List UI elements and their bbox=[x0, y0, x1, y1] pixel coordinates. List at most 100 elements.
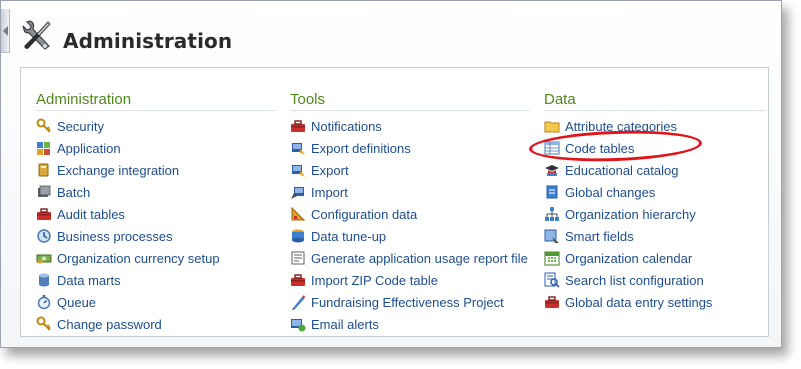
link-notifications[interactable]: Notifications bbox=[290, 115, 528, 137]
link-search-list-configuration[interactable]: Search list configuration bbox=[544, 269, 712, 291]
link-label: Data tune-up bbox=[311, 228, 387, 244]
link-educational-catalog[interactable]: Educational catalog bbox=[544, 159, 712, 181]
link-label: Configuration data bbox=[311, 206, 418, 222]
import-icon bbox=[290, 184, 306, 200]
link-data-tune-up[interactable]: Data tune-up bbox=[290, 225, 528, 247]
link-label: Attribute categories bbox=[565, 118, 678, 134]
section-divider bbox=[36, 110, 276, 111]
link-list: Notifications Export definitions Export … bbox=[290, 115, 528, 335]
link-label: Application bbox=[57, 140, 121, 156]
link-label: Organization currency setup bbox=[57, 250, 220, 266]
link-label: Exchange integration bbox=[57, 162, 180, 178]
link-import[interactable]: Import bbox=[290, 181, 528, 203]
link-configuration-data[interactable]: Configuration data bbox=[290, 203, 528, 225]
application-icon bbox=[36, 140, 52, 156]
key-icon bbox=[36, 118, 52, 134]
link-label: Search list configuration bbox=[565, 272, 704, 288]
administration-panel: Administration Security Application Exch… bbox=[20, 67, 769, 337]
page-title: Administration bbox=[63, 29, 233, 53]
link-list: Attribute categories Code tables Educati… bbox=[544, 115, 712, 313]
hierarchy-icon bbox=[544, 206, 560, 222]
link-label: Business processes bbox=[57, 228, 173, 244]
link-label: Change password bbox=[57, 316, 162, 332]
link-label: Email alerts bbox=[311, 316, 379, 332]
link-fundraising-effectiveness-project[interactable]: Fundraising Effectiveness Project bbox=[290, 291, 528, 313]
exchange-icon bbox=[36, 162, 52, 178]
chart-pen-icon bbox=[290, 294, 306, 310]
report-icon bbox=[290, 250, 306, 266]
link-batch[interactable]: Batch bbox=[36, 181, 220, 203]
link-label: Global data entry settings bbox=[565, 294, 713, 310]
link-email-alerts[interactable]: Email alerts bbox=[290, 313, 528, 335]
link-label: Organization calendar bbox=[565, 250, 693, 266]
link-organization-calendar[interactable]: Organization calendar bbox=[544, 247, 712, 269]
section-header: Administration bbox=[36, 91, 132, 108]
process-icon bbox=[36, 228, 52, 244]
batch-icon bbox=[36, 184, 52, 200]
link-label: Smart fields bbox=[565, 228, 634, 244]
section-header: Data bbox=[544, 91, 576, 108]
stopwatch-icon bbox=[36, 294, 52, 310]
link-label: Educational catalog bbox=[565, 162, 679, 178]
link-list: Security Application Exchange integratio… bbox=[36, 115, 220, 335]
email-alert-icon bbox=[290, 316, 306, 332]
tools-icon bbox=[21, 19, 53, 51]
link-organization-currency-setup[interactable]: Organization currency setup bbox=[36, 247, 220, 269]
link-attribute-categories[interactable]: Attribute categories bbox=[544, 115, 712, 137]
link-label: Organization hierarchy bbox=[565, 206, 696, 222]
toolbox-icon bbox=[290, 272, 306, 288]
link-label: Import bbox=[311, 184, 348, 200]
link-code-tables[interactable]: Code tables bbox=[544, 137, 712, 159]
search-list-icon bbox=[544, 272, 560, 288]
link-label: Batch bbox=[57, 184, 91, 200]
collapse-sidebar-tab[interactable] bbox=[1, 9, 10, 53]
link-label: Generate application usage report file bbox=[311, 250, 528, 266]
toolbox-icon bbox=[290, 118, 306, 134]
toolbox-icon bbox=[544, 294, 560, 310]
link-smart-fields[interactable]: Smart fields bbox=[544, 225, 712, 247]
link-label: Audit tables bbox=[57, 206, 125, 222]
link-global-data-entry-settings[interactable]: Global data entry settings bbox=[544, 291, 712, 313]
configuration-icon bbox=[290, 206, 306, 222]
link-export-definitions[interactable]: Export definitions bbox=[290, 137, 528, 159]
smart-fields-icon bbox=[544, 228, 560, 244]
tune-up-icon bbox=[290, 228, 306, 244]
link-global-changes[interactable]: Global changes bbox=[544, 181, 712, 203]
export-icon bbox=[290, 162, 306, 178]
link-label: Notifications bbox=[311, 118, 382, 134]
link-business-processes[interactable]: Business processes bbox=[36, 225, 220, 247]
global-changes-icon bbox=[544, 184, 560, 200]
key-icon bbox=[36, 316, 52, 332]
section-divider bbox=[544, 110, 766, 111]
link-label: Export bbox=[311, 162, 349, 178]
link-label: Fundraising Effectiveness Project bbox=[311, 294, 504, 310]
calendar-icon bbox=[544, 250, 560, 266]
link-audit-tables[interactable]: Audit tables bbox=[36, 203, 220, 225]
link-label: Data marts bbox=[57, 272, 121, 288]
link-import-zip-code-table[interactable]: Import ZIP Code table bbox=[290, 269, 528, 291]
link-export[interactable]: Export bbox=[290, 159, 528, 181]
link-label: Global changes bbox=[565, 184, 656, 200]
link-data-marts[interactable]: Data marts bbox=[36, 269, 220, 291]
link-security[interactable]: Security bbox=[36, 115, 220, 137]
link-label: Export definitions bbox=[311, 140, 411, 156]
link-label: Queue bbox=[57, 294, 97, 310]
folder-icon bbox=[544, 118, 560, 134]
link-generate-usage-report[interactable]: Generate application usage report file bbox=[290, 247, 528, 269]
link-label: Security bbox=[57, 118, 104, 134]
table-icon bbox=[544, 140, 560, 156]
database-icon bbox=[36, 272, 52, 288]
link-change-password[interactable]: Change password bbox=[36, 313, 220, 335]
section-divider bbox=[290, 110, 530, 111]
link-label: Import ZIP Code table bbox=[311, 272, 438, 288]
link-queue[interactable]: Queue bbox=[36, 291, 220, 313]
graduation-cap-icon bbox=[544, 162, 560, 178]
link-label: Code tables bbox=[565, 140, 635, 156]
link-application[interactable]: Application bbox=[36, 137, 220, 159]
toolbox-icon bbox=[36, 206, 52, 222]
currency-icon bbox=[36, 250, 52, 266]
export-icon bbox=[290, 140, 306, 156]
administration-window: Administration Administration Security A… bbox=[0, 0, 782, 348]
link-exchange-integration[interactable]: Exchange integration bbox=[36, 159, 220, 181]
link-organization-hierarchy[interactable]: Organization hierarchy bbox=[544, 203, 712, 225]
